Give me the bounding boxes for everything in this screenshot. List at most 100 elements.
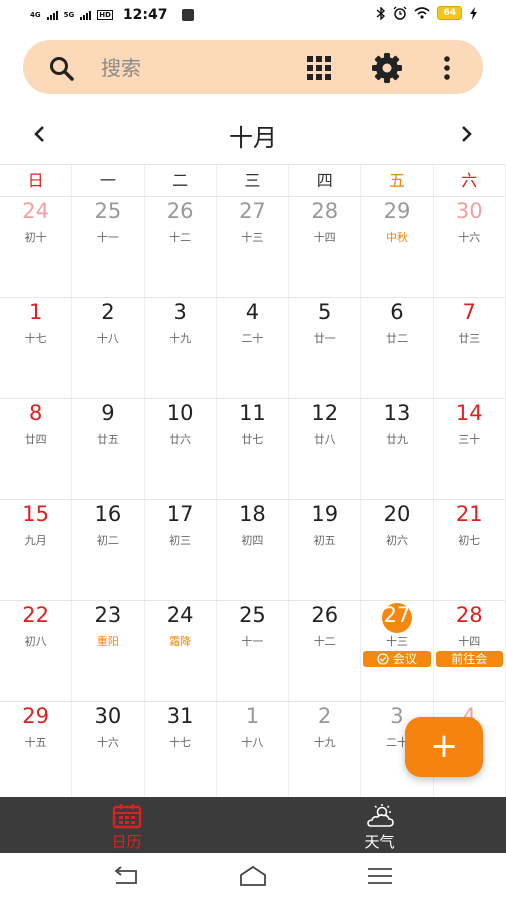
day-number: 4 (245, 300, 260, 324)
hd-badge: HD (97, 10, 113, 20)
event-title: 会议 (392, 652, 417, 666)
plus-icon: + (429, 726, 459, 766)
day-cell[interactable]: 29 中秋 (361, 197, 434, 297)
day-cell[interactable]: 10 廿六 (145, 399, 217, 499)
day-cell[interactable]: 3 十九 (145, 298, 217, 398)
day-cell[interactable]: 21 初七 (434, 500, 506, 600)
day-cell[interactable]: 6 廿二 (361, 298, 434, 398)
lunar-date: 初二 (96, 534, 119, 547)
day-cell[interactable]: 31 十七 (145, 702, 217, 802)
gear-icon[interactable] (371, 52, 403, 84)
lunar-date: 十四 (313, 231, 336, 244)
day-number: 21 (455, 502, 483, 526)
day-cell[interactable]: 24 霜降 (145, 601, 217, 701)
day-cell[interactable]: 4 二十 (217, 298, 290, 398)
menu-icon[interactable] (366, 865, 394, 887)
lunar-date: 三十 (458, 433, 481, 446)
lunar-festival: 霜降 (169, 635, 192, 648)
search-bar (23, 40, 483, 94)
week-row: 22 初八 23 重阳 24 霜降 25 十一 26 十二 27 十三 会议 28 十四 … (0, 601, 506, 702)
lunar-date: 十四 (458, 635, 481, 648)
day-number: 3 (173, 300, 187, 324)
lunar-date: 廿一 (313, 332, 336, 345)
home-icon[interactable] (239, 865, 267, 887)
day-cell[interactable]: 30 十六 (434, 197, 506, 297)
lunar-date: 十二 (313, 635, 336, 648)
lunar-date: 初四 (241, 534, 264, 547)
day-cell[interactable]: 27 十三 (217, 197, 290, 297)
network-5g-label: 5G (63, 11, 75, 19)
more-vertical-icon[interactable] (437, 54, 457, 82)
day-cell[interactable]: 22 初八 (0, 601, 73, 701)
back-icon[interactable] (112, 865, 140, 887)
lunar-date: 廿二 (385, 332, 408, 345)
weekday-wed: 三 (217, 165, 290, 196)
day-cell[interactable]: 7 廿三 (434, 298, 506, 398)
day-cell[interactable]: 2 十八 (72, 298, 145, 398)
tab-weather[interactable]: 天气 (253, 797, 506, 853)
lunar-date: 十八 (96, 332, 119, 345)
day-number: 24 (166, 603, 194, 627)
day-number: 29 (22, 704, 49, 728)
day-cell[interactable]: 15 九月 (0, 500, 73, 600)
lunar-date: 初六 (385, 534, 408, 547)
event-chip[interactable]: 会议 (363, 651, 431, 667)
day-cell[interactable]: 28 十四 前往会 (434, 601, 506, 701)
bottom-tab-bar: 日历 天气 (0, 797, 506, 853)
day-number: 17 (166, 502, 194, 526)
lunar-date: 廿五 (96, 433, 119, 446)
lunar-date: 十八 (241, 736, 264, 749)
event-chip[interactable]: 前往会 (435, 651, 503, 667)
day-cell[interactable]: 23 重阳 (72, 601, 145, 701)
day-cell[interactable]: 1 十八 (217, 702, 290, 802)
search-icon[interactable] (49, 56, 75, 82)
day-cell[interactable]: 17 初三 (145, 500, 217, 600)
lunar-date: 初三 (169, 534, 192, 547)
lunar-date: 初七 (458, 534, 481, 547)
day-cell[interactable]: 14 三十 (434, 399, 506, 499)
day-number: 10 (166, 401, 194, 425)
day-cell[interactable]: 5 廿一 (289, 298, 362, 398)
day-cell[interactable]: 16 初二 (72, 500, 145, 600)
day-cell[interactable]: 26 十二 (145, 197, 217, 297)
status-bar: 4G 5G HD 12:47 64 (0, 0, 506, 32)
day-cell[interactable]: 25 十一 (217, 601, 290, 701)
day-cell[interactable]: 18 初四 (217, 500, 290, 600)
day-cell-today[interactable]: 27 十三 会议 (361, 601, 434, 701)
search-input[interactable] (99, 52, 273, 84)
lunar-date: 十三 (385, 635, 408, 648)
day-cell[interactable]: 1 十七 (0, 298, 73, 398)
day-number: 2 (318, 704, 332, 728)
weekday-sat: 六 (434, 165, 506, 196)
grid-icon[interactable] (306, 55, 332, 81)
day-cell[interactable]: 12 廿八 (289, 399, 362, 499)
lunar-date: 十六 (458, 231, 481, 244)
day-cell[interactable]: 9 廿五 (72, 399, 145, 499)
day-cell[interactable]: 24 初十 (0, 197, 73, 297)
day-cell[interactable]: 20 初六 (361, 500, 434, 600)
day-cell[interactable]: 30 十六 (72, 702, 145, 802)
day-cell[interactable]: 29 十五 (0, 702, 73, 802)
day-cell[interactable]: 26 十二 (289, 601, 362, 701)
day-cell[interactable]: 28 十四 (289, 197, 362, 297)
lunar-date: 廿六 (169, 433, 192, 446)
tab-weather-label: 天气 (364, 833, 395, 851)
day-number: 5 (318, 300, 332, 324)
day-cell[interactable]: 11 廿七 (217, 399, 290, 499)
chevron-right-icon[interactable] (456, 124, 476, 144)
add-event-button[interactable]: + (405, 717, 483, 777)
lunar-date: 十七 (169, 736, 192, 749)
lunar-festival: 中秋 (385, 231, 408, 244)
day-number: 26 (166, 199, 194, 223)
day-cell[interactable]: 8 廿四 (0, 399, 73, 499)
weekday-thu: 四 (289, 165, 362, 196)
lunar-date: 廿三 (458, 332, 481, 345)
day-cell[interactable]: 25 十一 (72, 197, 145, 297)
day-number: 18 (239, 502, 266, 526)
tab-calendar[interactable]: 日历 (0, 797, 253, 853)
day-cell[interactable]: 13 廿九 (361, 399, 434, 499)
day-cell[interactable]: 2 十九 (289, 702, 362, 802)
day-cell[interactable]: 19 初五 (289, 500, 362, 600)
day-number: 1 (28, 300, 43, 324)
day-number: 6 (390, 300, 404, 324)
